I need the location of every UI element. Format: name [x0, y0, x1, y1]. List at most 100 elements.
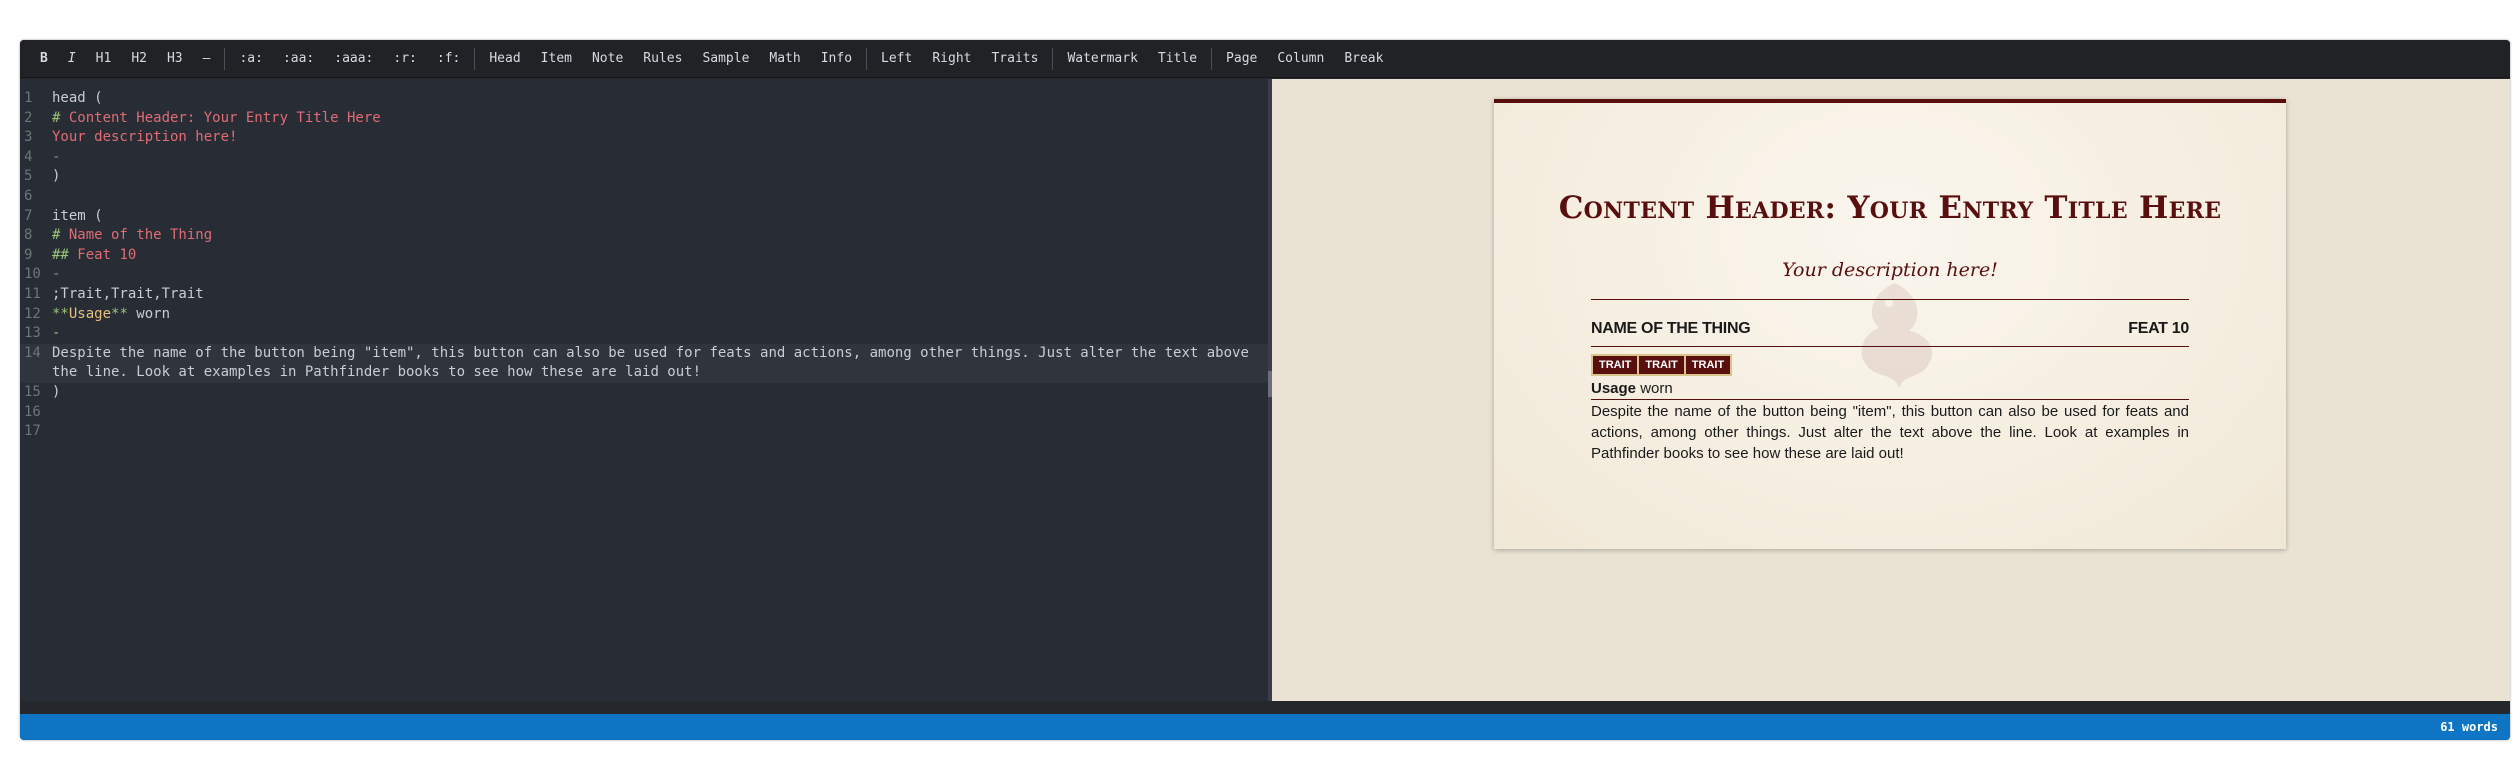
traits-button[interactable]: Traits: [981, 51, 1048, 66]
editor-line: 15): [20, 383, 1268, 403]
line-number: 7: [24, 207, 33, 224]
heading-mark: ##: [52, 246, 78, 263]
toolbar-separator: [1211, 47, 1213, 70]
line-number: 6: [24, 187, 33, 204]
line-number: 11: [24, 285, 41, 302]
line-number: 3: [24, 129, 33, 146]
editor-line: 16: [20, 403, 1268, 423]
math-button[interactable]: Math: [759, 51, 810, 66]
editor-line: 8 # Name of the Thing: [20, 226, 1268, 246]
line-number: 12: [24, 305, 41, 322]
trait-badge: TRAIT: [1685, 356, 1731, 374]
homebrew-editor-app: B I H1 H2 H3 — :a: :aa: :aaa: :r: :f: He…: [20, 40, 2510, 740]
left-button[interactable]: Left: [871, 51, 922, 66]
line-number: 5: [24, 168, 33, 185]
editor-line: 13-: [20, 324, 1268, 344]
head-button[interactable]: Head: [479, 51, 530, 66]
three-action-button[interactable]: :aaa:: [324, 51, 383, 66]
note-button[interactable]: Note: [582, 51, 633, 66]
line-text: Feat 10: [77, 246, 137, 263]
editor-line: 12 **Usage** worn: [20, 305, 1268, 325]
line-number: 10: [24, 266, 41, 283]
italic-button[interactable]: I: [58, 51, 86, 66]
item-header: NAME OF THE THING FEAT 10: [1591, 320, 2189, 338]
word-count: 61 words: [2440, 720, 2498, 734]
break-button[interactable]: Break: [1334, 51, 1393, 66]
line-text: worn: [127, 305, 171, 322]
trait-list: TRAIT TRAIT TRAIT: [1591, 354, 1733, 376]
bold-button[interactable]: B: [30, 51, 58, 66]
h1-button[interactable]: H1: [86, 51, 122, 66]
usage-value: worn: [1636, 380, 1673, 397]
rules-button[interactable]: Rules: [633, 51, 692, 66]
two-action-button[interactable]: :aa:: [273, 51, 324, 66]
line-text: -: [52, 325, 61, 342]
editor-line: 2 # Content Header: Your Entry Title Here: [20, 109, 1268, 129]
horizontal-rule-button[interactable]: —: [193, 51, 221, 66]
line-text: Your description here!: [52, 129, 238, 146]
line-text: ;Trait,Trait,Trait: [52, 285, 204, 302]
line-text: ): [52, 383, 61, 400]
code-editor[interactable]: 1 head ( 2 # Content Header: Your Entry Ti…: [20, 79, 1268, 701]
line-number: 1: [24, 90, 33, 106]
editor-line: 1 head (: [20, 89, 1268, 109]
preview-pane: Content Header: Your Entry Title Here Yo…: [1272, 79, 2510, 701]
editor-line: 10-: [20, 265, 1268, 285]
line-text: Content Header: Your Entry Title Here: [68, 109, 381, 126]
line-number: 13: [24, 325, 41, 342]
line-number: 15: [24, 383, 41, 400]
heading-mark: #: [52, 227, 69, 244]
toolbar: B I H1 H2 H3 — :a: :aa: :aaa: :r: :f: He…: [20, 40, 2510, 78]
editor-line: 6: [20, 187, 1268, 207]
h2-button[interactable]: H2: [121, 51, 157, 66]
sample-button[interactable]: Sample: [692, 51, 759, 66]
line-text: Name of the Thing: [68, 227, 213, 244]
line-number: 16: [24, 403, 41, 420]
watermark-button[interactable]: Watermark: [1057, 51, 1147, 66]
bold-mark: **: [52, 305, 69, 322]
item-level: FEAT 10: [2128, 320, 2189, 337]
info-button[interactable]: Info: [811, 51, 862, 66]
line-number: 17: [24, 423, 41, 440]
preview-page: Content Header: Your Entry Title Here Yo…: [1494, 99, 2286, 549]
item-button[interactable]: Item: [531, 51, 582, 66]
line-text: ): [52, 168, 61, 185]
line-number: 4: [24, 148, 33, 165]
item-name: NAME OF THE THING: [1591, 320, 1751, 337]
line-text: Usage: [68, 305, 112, 322]
line-text: Despite the name of the button being "it…: [52, 344, 1258, 381]
editor-line: 9 ## Feat 10: [20, 246, 1268, 266]
trait-badge: TRAIT: [1639, 356, 1686, 374]
free-action-button[interactable]: :f:: [427, 51, 470, 66]
title-button[interactable]: Title: [1148, 51, 1207, 66]
line-number: 8: [24, 227, 33, 244]
line-number: 14: [24, 344, 41, 361]
editor-line: 3 Your description here!: [20, 128, 1268, 148]
editor-line: 4-: [20, 148, 1268, 168]
item-body-text: Despite the name of the button being "it…: [1591, 403, 2189, 462]
heading-mark: #: [52, 109, 69, 126]
line-text: item (: [52, 207, 103, 224]
usage-label: Usage: [1591, 380, 1637, 397]
page-button[interactable]: Page: [1216, 51, 1267, 66]
editor-line: 17: [20, 422, 1268, 442]
line-text: -: [52, 266, 61, 283]
editor-line: 7 item (: [20, 207, 1268, 227]
line-number: 9: [24, 246, 33, 263]
line-number: 2: [24, 109, 33, 126]
right-button[interactable]: Right: [922, 51, 981, 66]
editor-line-active: 14 Despite the name of the button being "…: [20, 343, 1268, 383]
line-text: -: [52, 148, 61, 165]
usage-rule: [1591, 399, 2189, 400]
header-rule: [1591, 299, 2189, 300]
h3-button[interactable]: H3: [157, 51, 193, 66]
usage-line: Usage worn: [1591, 380, 2189, 397]
reaction-button[interactable]: :r:: [383, 51, 426, 66]
column-button[interactable]: Column: [1267, 51, 1334, 66]
trait-badge: TRAIT: [1593, 356, 1640, 374]
entry-description: Your description here!: [1782, 259, 1998, 281]
one-action-button[interactable]: :a:: [229, 51, 272, 66]
entry-title: Content Header: Your Entry Title Here: [1558, 190, 2222, 226]
toolbar-separator: [866, 47, 868, 70]
editor-line: 5): [20, 167, 1268, 187]
